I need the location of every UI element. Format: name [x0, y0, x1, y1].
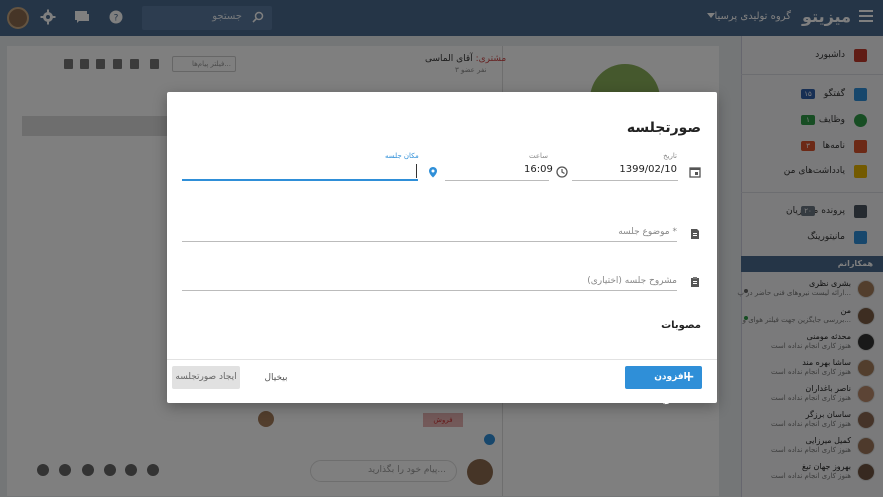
approvals-heading: مصوبات [661, 320, 701, 331]
description-underline [182, 290, 677, 291]
footer-divider [167, 359, 717, 360]
subject-field[interactable]: موضوع جلسه * [618, 227, 677, 237]
date-underline [572, 180, 678, 181]
location-underline [182, 179, 418, 181]
location-pin-icon [429, 167, 437, 178]
location-field-cursor [416, 164, 417, 178]
minutes-dialog: صورتجلسه تاریخ 1399/02/10 ساعت 16:09 مکا… [167, 92, 717, 405]
time-field[interactable]: 16:09 [524, 164, 553, 175]
clock-icon [556, 166, 568, 178]
cancel-button[interactable]: بیخیال [257, 370, 295, 386]
time-label: ساعت [529, 152, 549, 160]
location-label: مکان جلسه [385, 152, 419, 160]
clipboard-icon [691, 277, 699, 287]
time-underline [445, 180, 549, 181]
description-field[interactable]: مشروح جلسه (اختیاری) [587, 276, 677, 286]
add-approval-label: افزودن مصوبه [654, 372, 687, 405]
dialog-title: صورتجلسه [626, 120, 701, 136]
create-minutes-button[interactable]: ایجاد صورتجلسه [172, 366, 240, 389]
date-label: تاریخ [663, 152, 677, 160]
date-field[interactable]: 1399/02/10 [619, 164, 677, 175]
plus-icon: + [683, 369, 695, 385]
add-approval-button[interactable]: افزودن مصوبه + [625, 366, 702, 405]
subject-underline [182, 241, 677, 242]
document-icon [691, 229, 699, 239]
calendar-icon [689, 167, 701, 178]
